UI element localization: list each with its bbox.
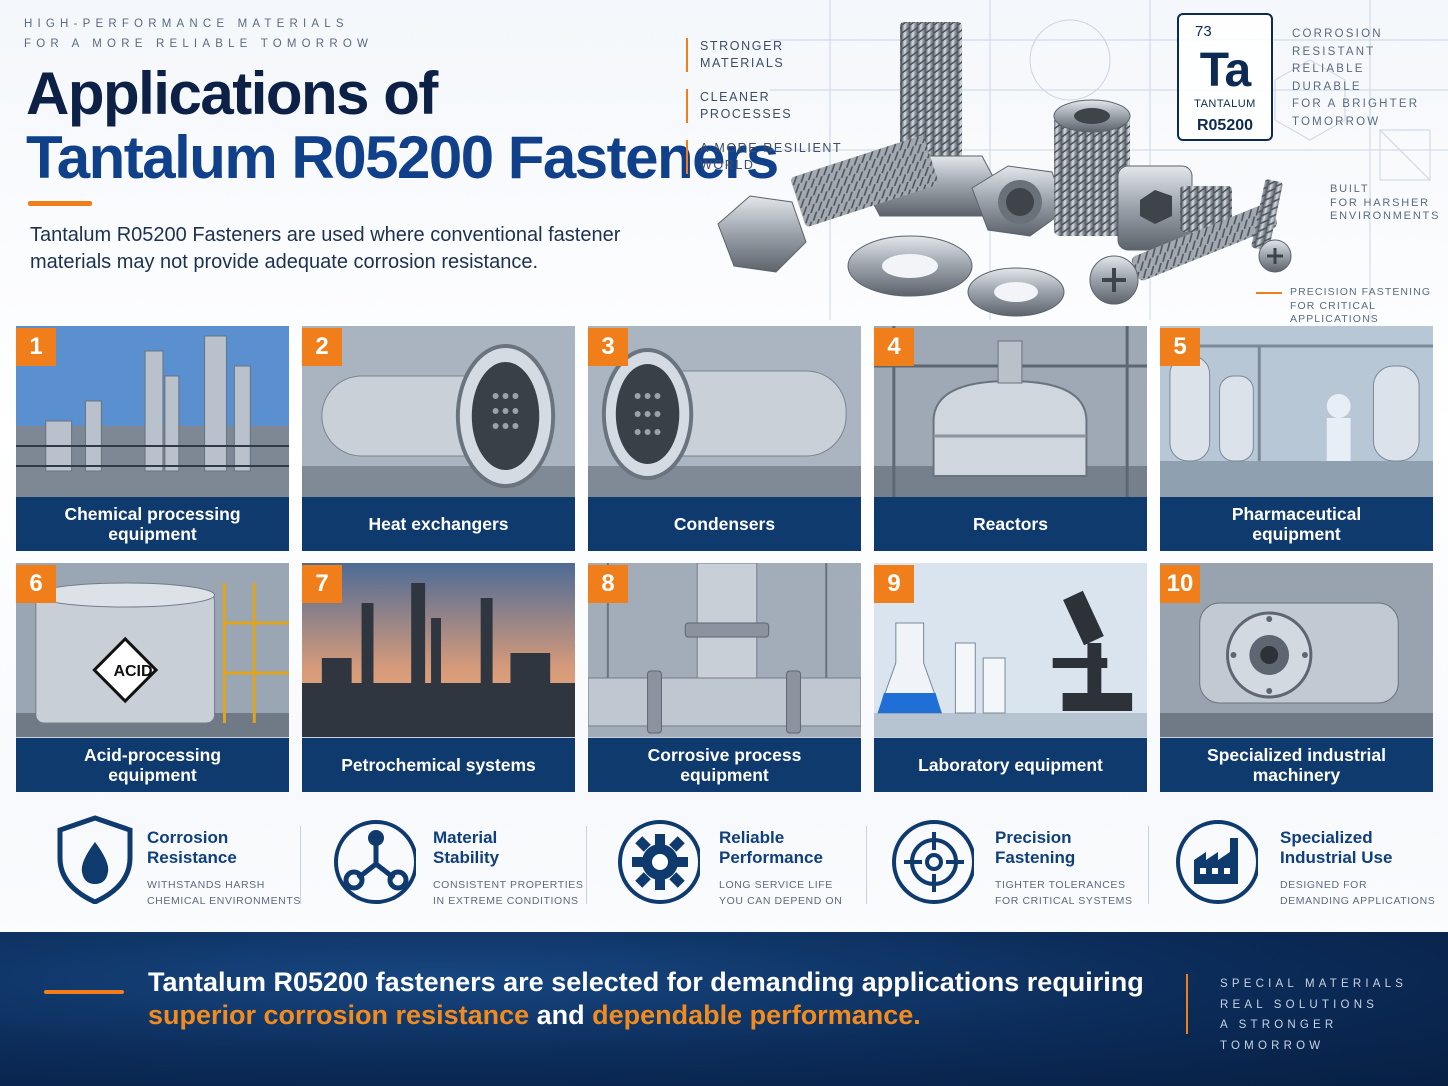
acid-sign-label: ACID xyxy=(113,663,153,680)
intro-text: Tantalum R05200 Fasteners are used where… xyxy=(30,224,621,273)
laboratory-image xyxy=(874,563,1147,737)
applications-grid: 1 Chemical processing equipment 2 Heat e… xyxy=(16,326,1433,792)
card-number-badge: 6 xyxy=(16,565,56,603)
element-grade: R05200 xyxy=(1196,117,1254,134)
motto-line: REAL SOLUTIONS xyxy=(1220,998,1379,1011)
precision-note: PRECISION FASTENING FOR CRITICAL APPLICA… xyxy=(1256,286,1446,327)
application-card-chemical-processing: 1 Chemical processing equipment xyxy=(16,326,289,551)
card-number-badge: 8 xyxy=(588,565,628,603)
card-number-badge: 7 xyxy=(302,565,342,603)
tagline-line-2: FOR A MORE RELIABLE TOMORROW xyxy=(24,38,374,50)
element-tile: 73 Ta TANTALUM R05200 xyxy=(1177,13,1273,141)
page-title: Applications of Tantalum R05200 Fastener… xyxy=(26,60,779,191)
card-number-badge: 10 xyxy=(1160,565,1200,603)
application-card-heat-exchangers: 2 Heat exchangers xyxy=(302,326,575,551)
element-symbol: Ta xyxy=(1199,44,1251,97)
property-line: RESISTANT xyxy=(1292,45,1376,58)
feature-title: Specialized Industrial Use xyxy=(1280,828,1393,867)
card-caption: Condensers xyxy=(588,497,861,551)
acid-tank-image xyxy=(16,563,289,737)
title-underline xyxy=(28,201,92,206)
atomic-number: 73 xyxy=(1195,23,1212,40)
card-caption: Petrochemical systems xyxy=(302,738,575,792)
application-card-corrosive-process: 8 Corrosive process equipment xyxy=(588,563,861,792)
shield-drop-icon xyxy=(57,815,133,904)
property-list: CORROSION RESISTANT RELIABLE DURABLE FOR… xyxy=(1292,26,1442,131)
card-caption: Laboratory equipment xyxy=(874,738,1147,792)
tagline-line-1: HIGH-PERFORMANCE MATERIALS xyxy=(24,18,349,30)
statement-highlight: superior corrosion resistance xyxy=(148,1000,530,1030)
card-caption: Reactors xyxy=(874,497,1147,551)
card-number-badge: 3 xyxy=(588,328,628,366)
feature-description: TIGHTER TOLERANCES FOR CRITICAL SYSTEMS xyxy=(995,879,1133,907)
card-caption: Pharmaceutical equipment xyxy=(1160,497,1433,551)
heat-exchanger-image xyxy=(302,326,575,498)
statement-highlight: dependable performance. xyxy=(592,1000,921,1030)
card-caption: Specialized industrial machinery xyxy=(1160,738,1433,792)
application-card-reactors: 4 Reactors xyxy=(874,326,1147,551)
pipework-image xyxy=(588,563,861,737)
feature-divider xyxy=(866,826,867,904)
feature-strip: Corrosion Resistance WITHSTANDS HARSH CH… xyxy=(0,808,1448,918)
statement-text: and xyxy=(529,1000,593,1030)
property-line: DURABLE xyxy=(1292,80,1362,93)
card-caption: Corrosive process equipment xyxy=(588,738,861,792)
chemical-plant-image xyxy=(16,326,289,498)
card-number-badge: 4 xyxy=(874,328,914,366)
feature-divider xyxy=(586,826,587,904)
built-note: BUILT FOR HARSHER ENVIRONMENTS xyxy=(1330,183,1441,222)
feature-title: Reliable Performance xyxy=(719,828,823,867)
tagline: HIGH-PERFORMANCE MATERIALS FOR A MORE RE… xyxy=(24,14,373,54)
feature-description: CONSISTENT PROPERTIES IN EXTREME CONDITI… xyxy=(433,879,584,907)
feature-title: Precision Fastening xyxy=(995,828,1076,867)
reactor-image xyxy=(874,326,1147,498)
card-number-badge: 5 xyxy=(1160,328,1200,366)
feature-description: WITHSTANDS HARSH CHEMICAL ENVIRONMENTS xyxy=(147,879,301,907)
machinery-image xyxy=(1160,563,1433,737)
card-number-badge: 2 xyxy=(302,328,342,366)
feature-divider xyxy=(1148,826,1149,904)
factory-icon xyxy=(1176,820,1258,904)
application-card-acid-processing: ACID 6 Acid-processing equipment xyxy=(16,563,289,792)
condenser-image xyxy=(588,326,861,498)
application-card-specialized-machinery: 10 Specialized industrial machinery xyxy=(1160,563,1433,792)
property-line: CORROSION xyxy=(1292,28,1383,40)
gear-icon xyxy=(618,820,700,904)
card-caption: Chemical processing equipment xyxy=(16,497,289,551)
element-name: TANTALUM xyxy=(1194,98,1256,110)
crosshair-icon xyxy=(892,820,974,904)
card-caption: Heat exchangers xyxy=(302,497,575,551)
footer-motto: SPECIAL MATERIALS REAL SOLUTIONS A STRON… xyxy=(1220,974,1440,1056)
card-number-badge: 9 xyxy=(874,565,914,603)
footer-statement: Tantalum R05200 fasteners are selected f… xyxy=(148,966,1148,1032)
title-line-1: Applications of xyxy=(26,60,438,127)
card-caption: Acid-processing equipment xyxy=(16,738,289,792)
pharmaceutical-image xyxy=(1160,326,1433,498)
feature-description: DESIGNED FOR DEMANDING APPLICATIONS xyxy=(1280,879,1436,907)
card-number-badge: 1 xyxy=(16,328,56,366)
refinery-image xyxy=(302,563,575,737)
property-line: FOR A BRIGHTER xyxy=(1292,98,1420,110)
application-card-petrochemical: 7 Petrochemical systems xyxy=(302,563,575,792)
title-line-2: Tantalum R05200 Fasteners xyxy=(26,124,779,191)
precision-dash xyxy=(1256,292,1282,294)
footer-divider xyxy=(1186,974,1188,1034)
property-line: RELIABLE xyxy=(1292,63,1365,75)
property-line: TOMORROW xyxy=(1292,115,1381,128)
feature-description: LONG SERVICE LIFE YOU CAN DEPEND ON xyxy=(719,879,843,907)
application-card-condensers: 3 Condensers xyxy=(588,326,861,551)
motto-line: SPECIAL MATERIALS xyxy=(1220,978,1408,990)
application-card-pharmaceutical: 5 Pharmaceutical equipment xyxy=(1160,326,1433,551)
molecule-icon xyxy=(334,820,416,904)
statement-text: Tantalum R05200 fasteners are selected f… xyxy=(148,967,1144,997)
footer-accent-dash xyxy=(44,990,124,994)
feature-title: Corrosion Resistance xyxy=(147,828,237,867)
precision-text: PRECISION FASTENING FOR CRITICAL APPLICA… xyxy=(1290,286,1432,325)
motto-line: A STRONGER TOMORROW xyxy=(1220,1019,1338,1052)
feature-title: Material Stability xyxy=(433,828,500,867)
feature-divider xyxy=(300,826,301,904)
application-card-laboratory: 9 Laboratory equipment xyxy=(874,563,1147,792)
footer-banner: Tantalum R05200 fasteners are selected f… xyxy=(0,932,1448,1086)
